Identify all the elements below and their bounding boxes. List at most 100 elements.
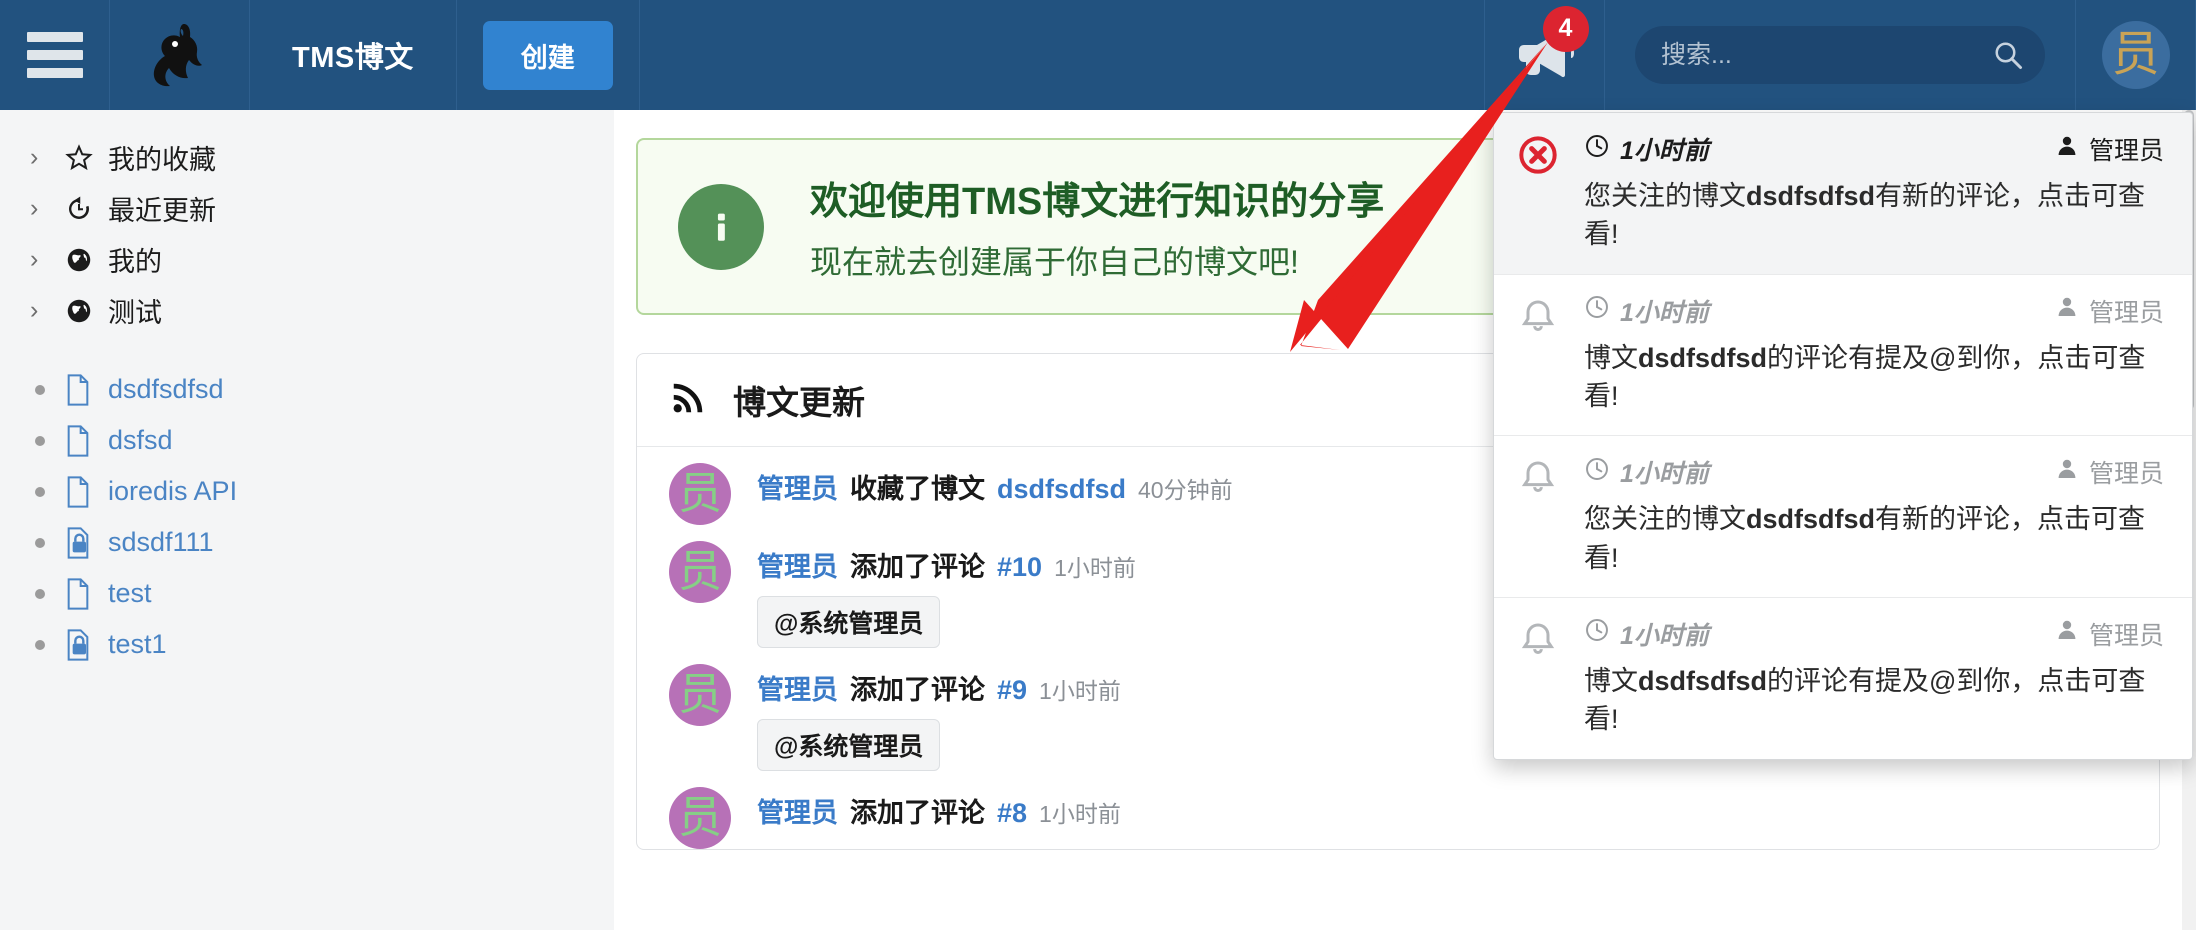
feed-user[interactable]: 管理员 bbox=[757, 791, 838, 830]
bullet-icon bbox=[30, 639, 64, 650]
sidebar-item-label: 最近更新 bbox=[108, 196, 216, 226]
avatar: 员 bbox=[669, 787, 731, 849]
feed-item[interactable]: 员 管理员 添加了评论 #8 1小时前 bbox=[637, 771, 2159, 849]
sidebar-doc-label: sdsdf111 bbox=[108, 527, 214, 557]
notification-text: 博文dsdfsdfsd的评论有提及@到你，点击可查看! bbox=[1584, 339, 2164, 416]
sidebar-item-mine[interactable]: › 我的 bbox=[0, 234, 614, 285]
star-icon bbox=[64, 143, 108, 173]
sidebar-doc-dsdfsdfsd[interactable]: dsdfsdfsd bbox=[0, 364, 614, 415]
notification-item[interactable]: 1小时前 管理员 您关注的博文dsdfsdfsd有新的评论，点击可查看! bbox=[1494, 436, 2192, 598]
file-icon bbox=[64, 577, 108, 610]
feed-user[interactable]: 管理员 bbox=[757, 545, 838, 584]
person-icon bbox=[2055, 134, 2079, 165]
notification-text-bold: dsdfsdfsd bbox=[1746, 181, 1876, 211]
sidebar-doc-label: test1 bbox=[108, 629, 167, 659]
sidebar-item-label: 我的收藏 bbox=[108, 145, 216, 175]
top-header: TMS博文 创建 4 搜索... 员 bbox=[0, 0, 2196, 110]
chevron-right-icon[interactable]: › bbox=[30, 143, 64, 172]
app-logo-button[interactable] bbox=[110, 0, 250, 110]
feed-target[interactable]: #10 bbox=[997, 552, 1042, 583]
sidebar-item-label: 我的 bbox=[108, 247, 162, 277]
notification-text: 博文dsdfsdfsd的评论有提及@到你，点击可查看! bbox=[1584, 662, 2164, 739]
sidebar-doc-dsfsd[interactable]: dsfsd bbox=[0, 415, 614, 466]
file-lock-icon bbox=[64, 526, 108, 559]
notification-text-before: 博文 bbox=[1584, 342, 1638, 373]
bullet-icon bbox=[30, 588, 64, 599]
file-icon bbox=[64, 424, 108, 457]
notifications-dropdown: 1小时前 管理员 您关注的博文dsdfsdfsd有新的评论，点击可查看! 1小时… bbox=[1493, 112, 2193, 760]
bullet-icon bbox=[30, 435, 64, 446]
sidebar-doc-test1[interactable]: test1 bbox=[0, 619, 614, 670]
notification-text-bold: dsdfsdfsd bbox=[1638, 665, 1768, 696]
feed-action: 添加了评论 bbox=[850, 552, 985, 582]
avatar: 员 bbox=[669, 463, 731, 525]
feed-target[interactable]: dsdfsdfsd bbox=[997, 474, 1126, 505]
chevron-right-icon[interactable]: › bbox=[30, 296, 64, 325]
sidebar-item-favorites[interactable]: › 我的收藏 bbox=[0, 132, 614, 183]
feed-target[interactable]: #9 bbox=[997, 675, 1027, 706]
sidebar-doc-sdsdf111[interactable]: sdsdf111 bbox=[0, 517, 614, 568]
create-button[interactable]: 创建 bbox=[482, 20, 613, 90]
notification-item[interactable]: 1小时前 管理员 博文dsdfsdfsd的评论有提及@到你，点击可查看! bbox=[1494, 598, 2192, 759]
notification-time: 1小时前 bbox=[1620, 137, 1709, 165]
notification-text-bold: dsdfsdfsd bbox=[1746, 504, 1876, 535]
clock-icon bbox=[1584, 133, 1610, 166]
banner-subtitle: 现在就去创建属于你自己的博文吧! bbox=[810, 244, 1299, 280]
clock-icon bbox=[1584, 456, 1610, 489]
sidebar-item-recent[interactable]: › 最近更新 bbox=[0, 183, 614, 234]
chevron-right-icon[interactable]: › bbox=[30, 194, 64, 223]
notification-time-group: 1小时前 bbox=[1584, 131, 1709, 167]
feed-title: 博文更新 bbox=[733, 384, 865, 421]
notification-time: 1小时前 bbox=[1620, 460, 1709, 489]
feed-time: 1小时前 bbox=[1054, 555, 1136, 581]
feed-user[interactable]: 管理员 bbox=[757, 668, 838, 707]
sidebar-item-label: 测试 bbox=[108, 298, 162, 328]
mention-chip[interactable]: @系统管理员 bbox=[757, 719, 941, 771]
notification-text-before: 博文 bbox=[1584, 665, 1638, 696]
sidebar-item-test[interactable]: › 测试 bbox=[0, 285, 614, 336]
notification-text-bold: dsdfsdfsd bbox=[1638, 342, 1768, 373]
feed-user[interactable]: 管理员 bbox=[757, 467, 838, 506]
bullet-icon bbox=[30, 486, 64, 497]
notification-item[interactable]: 1小时前 管理员 您关注的博文dsdfsdfsd有新的评论，点击可查看! bbox=[1494, 113, 2192, 275]
notification-user: 管理员 bbox=[2088, 298, 2164, 327]
notifications-button[interactable]: 4 bbox=[1485, 0, 1605, 110]
sidebar-divider-space bbox=[0, 336, 614, 364]
feed-action: 收藏了博文 bbox=[850, 474, 985, 504]
notification-user-group: 管理员 bbox=[2055, 293, 2164, 329]
feed-target[interactable]: #8 bbox=[997, 798, 1027, 829]
chevron-right-icon[interactable]: › bbox=[30, 245, 64, 274]
notification-text: 您关注的博文dsdfsdfsd有新的评论，点击可查看! bbox=[1584, 177, 2164, 254]
file-lock-icon bbox=[64, 628, 108, 661]
feed-action: 添加了评论 bbox=[850, 798, 985, 828]
notification-time-group: 1小时前 bbox=[1584, 293, 1709, 329]
sidebar-doc-ioredis-api[interactable]: ioredis API bbox=[0, 466, 614, 517]
bell-icon bbox=[1518, 454, 1564, 577]
notification-time-group: 1小时前 bbox=[1584, 454, 1709, 490]
user-avatar-button[interactable]: 员 bbox=[2076, 0, 2196, 110]
rabbit-logo bbox=[153, 24, 202, 87]
notification-user-group: 管理员 bbox=[2055, 616, 2164, 652]
menu-toggle-button[interactable] bbox=[0, 0, 110, 110]
mention-chip[interactable]: @系统管理员 bbox=[757, 596, 941, 648]
search-input[interactable] bbox=[1635, 26, 2045, 84]
notification-item[interactable]: 1小时前 管理员 博文dsdfsdfsd的评论有提及@到你，点击可查看! bbox=[1494, 275, 2192, 437]
notification-text-before: 您关注的博文 bbox=[1584, 181, 1746, 211]
remove-circle-icon[interactable] bbox=[1518, 131, 1564, 254]
avatar: 员 bbox=[669, 541, 731, 603]
notification-count-badge: 4 bbox=[1542, 5, 1589, 52]
banner-title: 欢迎使用TMS博文进行知识的分享 bbox=[810, 181, 1385, 223]
notification-text: 您关注的博文dsdfsdfsd有新的评论，点击可查看! bbox=[1584, 500, 2164, 577]
notification-user-group: 管理员 bbox=[2055, 454, 2164, 490]
notification-time: 1小时前 bbox=[1620, 621, 1709, 650]
sidebar-doc-test[interactable]: test bbox=[0, 568, 614, 619]
file-icon bbox=[64, 475, 108, 508]
app-title: TMS博文 bbox=[250, 0, 457, 110]
feed-time: 1小时前 bbox=[1039, 801, 1121, 827]
header-spacer bbox=[640, 0, 1485, 110]
avatar: 员 bbox=[669, 664, 731, 726]
app-root: TMS博文 创建 4 搜索... 员 › 我的收藏 › 最近更新 › 我的 › … bbox=[0, 0, 2196, 930]
notification-user: 管理员 bbox=[2088, 460, 2164, 489]
avatar: 员 bbox=[2101, 21, 2170, 89]
sidebar-doc-label: ioredis API bbox=[108, 476, 238, 506]
